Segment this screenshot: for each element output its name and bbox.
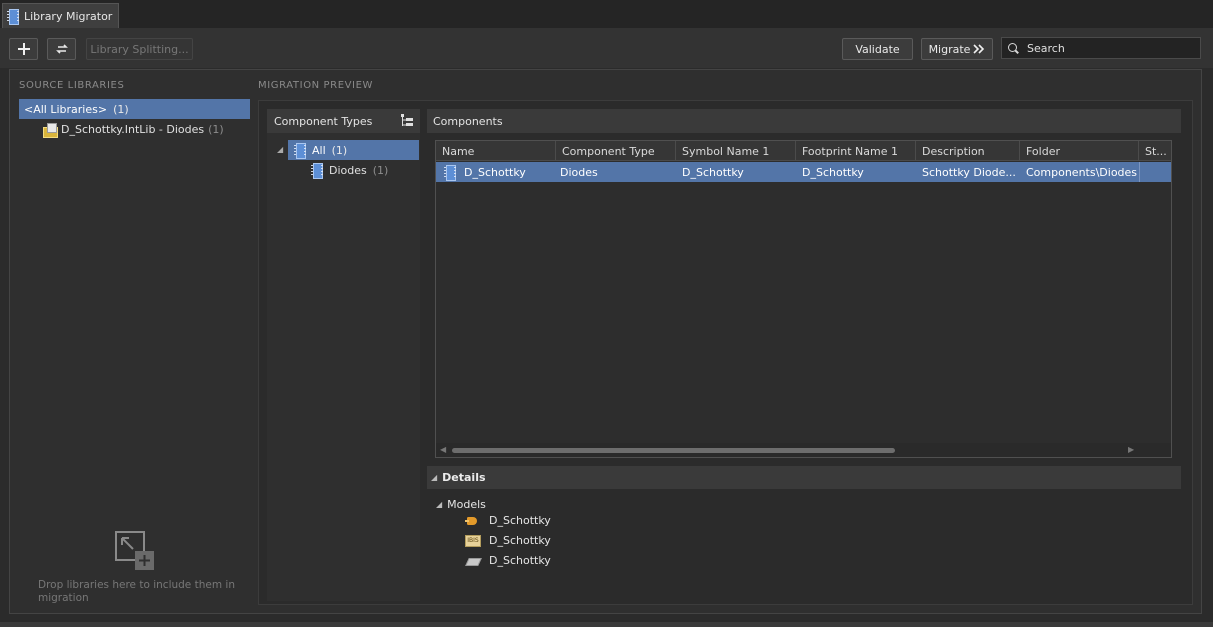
- grid-header-row: Name Component Type Symbol Name 1 Footpr…: [436, 141, 1171, 161]
- validate-button[interactable]: Validate: [842, 38, 913, 60]
- column-header-footprint-name[interactable]: Footprint Name 1: [796, 141, 916, 161]
- tree-settings-icon[interactable]: [401, 114, 413, 128]
- component-type-count: (1): [331, 143, 348, 157]
- model-item[interactable]: IBIS D_Schottky: [465, 534, 551, 547]
- models-node[interactable]: ◢ Models: [436, 498, 486, 511]
- symbol-model-icon: [465, 515, 481, 527]
- model-name: D_Schottky: [489, 534, 551, 547]
- components-grid: [435, 140, 1172, 458]
- details-header[interactable]: ◢ Details: [427, 466, 1181, 489]
- model-name: D_Schottky: [489, 514, 551, 527]
- column-header-folder[interactable]: Folder: [1020, 141, 1139, 161]
- components-title: Components: [433, 114, 503, 128]
- swap-button[interactable]: [47, 38, 76, 60]
- bottom-border: [0, 622, 1213, 627]
- cell-status: [1139, 162, 1171, 182]
- plus-icon: [17, 43, 30, 55]
- component-icon: [444, 165, 456, 181]
- library-splitting-button[interactable]: Library Splitting...: [86, 38, 193, 60]
- source-item-label: <All Libraries>: [24, 102, 108, 116]
- ibis-model-icon: IBIS: [465, 534, 481, 547]
- integrated-library-icon: [43, 122, 58, 138]
- component-icon: [311, 163, 323, 179]
- component-type-count: (1): [372, 163, 389, 177]
- component-type-label: Diodes: [329, 163, 367, 177]
- source-item-label: D_Schottky.IntLib - Diodes: [61, 122, 205, 136]
- model-name: D_Schottky: [489, 554, 551, 567]
- cell-folder: Components\Diodes: [1026, 165, 1138, 179]
- library-migrator-tab[interactable]: Library Migrator: [2, 3, 120, 28]
- migrate-button[interactable]: Migrate: [921, 38, 993, 60]
- add-button[interactable]: [9, 38, 38, 60]
- components-header: Components: [427, 109, 1181, 133]
- tab-title: Library Migrator: [24, 9, 113, 23]
- component-icon: [294, 143, 306, 159]
- models-label: Models: [447, 498, 486, 511]
- search-placeholder: Search: [1027, 41, 1065, 55]
- migration-preview-title: MIGRATION PREVIEW: [258, 80, 374, 91]
- search-input[interactable]: Search: [1001, 37, 1201, 59]
- table-row[interactable]: D_Schottky Diodes D_Schottky D_Schottky …: [436, 162, 1171, 182]
- cell-symbol-name: D_Schottky: [682, 165, 744, 179]
- component-types-header: Component Types: [267, 109, 420, 133]
- collapse-arrow-icon: ◢: [436, 500, 443, 509]
- column-header-component-type[interactable]: Component Type: [556, 141, 676, 161]
- library-icon: [7, 9, 19, 25]
- column-header-description[interactable]: Description: [916, 141, 1020, 161]
- search-icon: [1008, 42, 1019, 54]
- component-types-title: Component Types: [274, 114, 373, 128]
- scrollbar-thumb[interactable]: [452, 448, 895, 453]
- double-chevron-right-icon: [973, 44, 985, 54]
- document-tab-strip: [0, 0, 1213, 28]
- collapse-arrow-icon: ◢: [431, 473, 438, 482]
- model-item[interactable]: D_Schottky: [465, 514, 551, 527]
- component-type-all[interactable]: All (1): [288, 140, 419, 160]
- migrate-label: Migrate: [928, 42, 971, 56]
- cell-description: Schottky Diode...: [922, 165, 1016, 179]
- cell-name: D_Schottky: [436, 162, 556, 182]
- component-types-panel: [267, 109, 420, 601]
- component-type-label: All: [312, 143, 326, 157]
- collapse-arrow-icon[interactable]: ◢: [277, 145, 283, 154]
- model-item[interactable]: D_Schottky: [465, 554, 551, 567]
- validate-label: Validate: [855, 42, 900, 56]
- source-item-library[interactable]: D_Schottky.IntLib - Diodes (1): [43, 120, 224, 138]
- component-type-diodes[interactable]: Diodes (1): [311, 161, 388, 179]
- swap-icon: [55, 44, 68, 54]
- source-item-all-libraries[interactable]: <All Libraries> (1): [19, 99, 250, 119]
- toolbar: Library Splitting... Validate Migrate Se…: [0, 28, 1213, 68]
- library-splitting-label: Library Splitting...: [90, 42, 189, 56]
- column-header-name[interactable]: Name: [436, 141, 556, 161]
- cell-component-type: Diodes: [560, 165, 598, 179]
- source-item-count: (1): [113, 102, 129, 116]
- scroll-left-icon[interactable]: ◀: [440, 445, 446, 454]
- column-header-status[interactable]: St...: [1139, 141, 1171, 161]
- details-title: Details: [442, 471, 486, 484]
- source-libraries-title: SOURCE LIBRARIES: [19, 80, 125, 91]
- drop-hint-text: Drop libraries here to include them in m…: [38, 579, 235, 604]
- footprint-model-icon: [465, 555, 481, 567]
- column-header-symbol-name[interactable]: Symbol Name 1: [676, 141, 796, 161]
- scroll-right-icon[interactable]: ▶: [1128, 445, 1134, 454]
- source-item-count: (1): [208, 122, 224, 136]
- cell-name-text: D_Schottky: [464, 165, 526, 179]
- drop-library-icon: [115, 531, 154, 570]
- cell-footprint-name: D_Schottky: [802, 165, 864, 179]
